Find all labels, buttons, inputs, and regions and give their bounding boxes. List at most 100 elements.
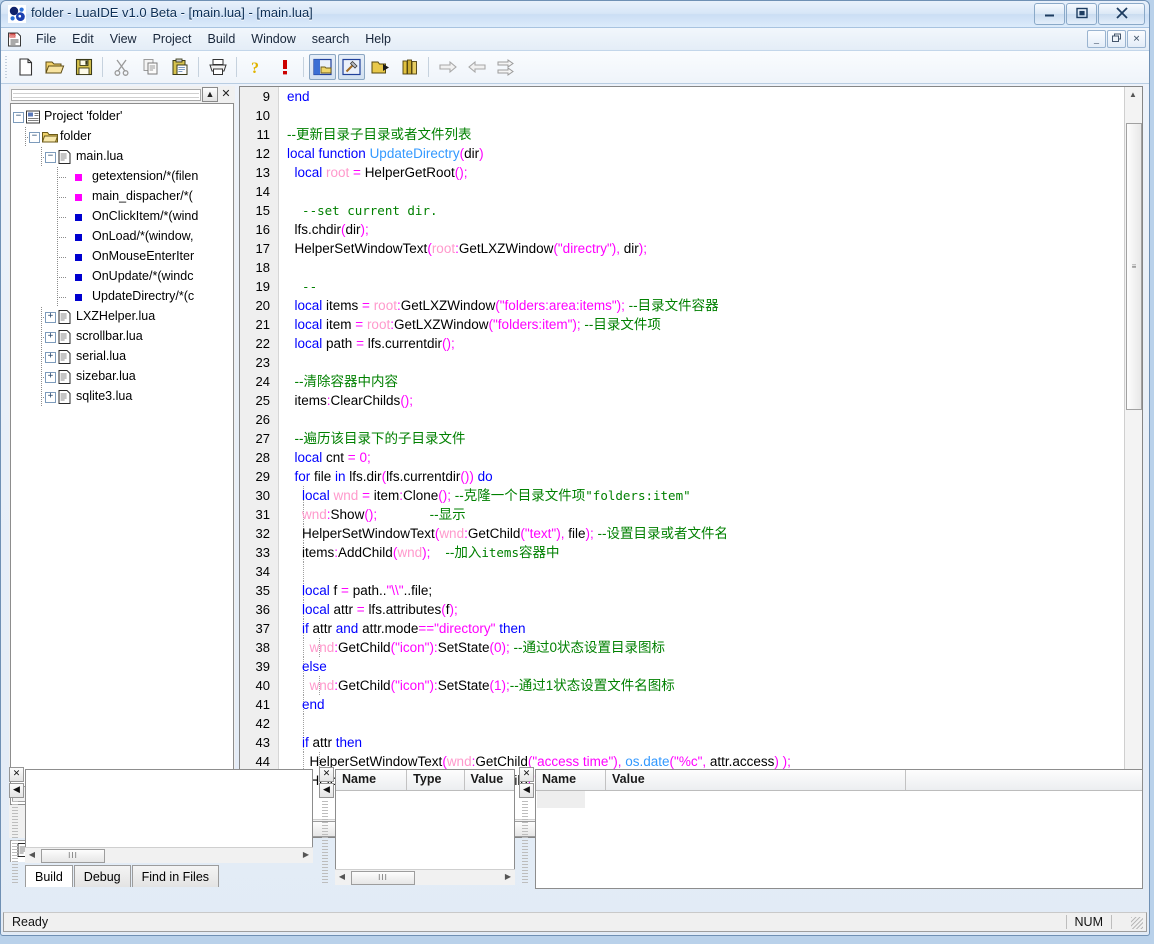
code-line[interactable]: 19 -- xyxy=(240,277,1125,296)
code-line[interactable]: 28 local cnt = 0; xyxy=(240,448,1125,467)
toggle-properties-panel-button[interactable] xyxy=(338,54,365,80)
locals-dock-collapse-button[interactable]: ◀ xyxy=(319,783,334,798)
locals-grid[interactable]: Name Type Value xyxy=(335,769,515,873)
watch-dock-collapse-button[interactable]: ◀ xyxy=(519,783,534,798)
tree-expander-collapsed[interactable]: + xyxy=(45,372,56,383)
code-line[interactable]: 14 xyxy=(240,182,1125,201)
project-tree[interactable]: − Project 'folder' − folder − main.lua getexte… xyxy=(10,103,234,805)
tree-item[interactable]: − Project 'folder' xyxy=(11,107,233,127)
tree-expander-collapsed[interactable]: + xyxy=(45,392,56,403)
code-line[interactable]: 29 for file in lfs.dir(lfs.currentdir())… xyxy=(240,467,1125,486)
help-button[interactable]: ? xyxy=(242,54,269,80)
editor-vscroll-thumb[interactable]: ≡ xyxy=(1126,123,1142,410)
code-line[interactable]: 11 --更新目录子目录或者文件列表 xyxy=(240,125,1125,144)
code-text-area[interactable]: 9 end 10 11 --更新目录子目录或者文件列表 12 local function … xyxy=(240,87,1125,820)
project-panel-gripper[interactable] xyxy=(11,89,201,101)
code-line[interactable]: 37 if attr and attr.mode=="directory" th… xyxy=(240,619,1125,638)
locals-dock-close-button[interactable]: ✕ xyxy=(319,767,334,782)
menu-item-window[interactable]: Window xyxy=(243,30,303,48)
output-text-area[interactable] xyxy=(25,769,313,849)
step-over-button[interactable] xyxy=(434,54,461,80)
save-file-button[interactable] xyxy=(70,54,97,80)
print-button[interactable] xyxy=(204,54,231,80)
tree-item[interactable]: getextension/*(filen xyxy=(11,167,233,187)
watch-grid[interactable]: Name Value xyxy=(535,769,1143,889)
code-line[interactable]: 30 local wnd = item:Clone(); --克隆一个目录文件项… xyxy=(240,486,1125,505)
close-button[interactable] xyxy=(1098,3,1145,25)
output-dock-close-button[interactable]: ✕ xyxy=(9,767,24,782)
code-line[interactable]: 15 --set current dir. xyxy=(240,201,1125,220)
code-line[interactable]: 32 HelperSetWindowText(wnd:GetChild("tex… xyxy=(240,524,1125,543)
code-line[interactable]: 26 xyxy=(240,410,1125,429)
paste-button[interactable] xyxy=(166,54,193,80)
new-file-button[interactable] xyxy=(12,54,39,80)
tree-item[interactable]: + LXZHelper.lua xyxy=(11,307,233,327)
tree-item[interactable]: main_dispacher/*( xyxy=(11,187,233,207)
watch-column-name[interactable]: Name xyxy=(536,770,606,790)
output-dock-grip[interactable] xyxy=(12,801,18,883)
locals-hscrollbar[interactable]: ◀ III ▶ xyxy=(335,869,515,885)
menu-item-build[interactable]: Build xyxy=(199,30,243,48)
menu-item-help[interactable]: Help xyxy=(357,30,399,48)
code-line[interactable]: 18 xyxy=(240,258,1125,277)
output-scroll-left-button[interactable]: ◀ xyxy=(25,848,39,862)
code-line[interactable]: 21 local item = root:GetLXZWindow("folde… xyxy=(240,315,1125,334)
code-line[interactable]: 10 xyxy=(240,106,1125,125)
project-panel-scroll-up-button[interactable]: ▲ xyxy=(202,87,218,102)
code-line[interactable]: 33 items:AddChild(wnd); --加入items容器中 xyxy=(240,543,1125,562)
menu-item-project[interactable]: Project xyxy=(145,30,200,48)
watch-column-value[interactable]: Value xyxy=(606,770,906,790)
step-into-button[interactable] xyxy=(492,54,519,80)
build-button[interactable] xyxy=(367,54,394,80)
code-line[interactable]: 27 --遍历该目录下的子目录文件 xyxy=(240,429,1125,448)
tab-build[interactable]: Build xyxy=(25,865,73,887)
code-line[interactable]: 17 HelperSetWindowText(root:GetLXZWindow… xyxy=(240,239,1125,258)
output-hscroll-thumb[interactable]: III xyxy=(41,849,105,863)
code-line[interactable]: 39 else xyxy=(240,657,1125,676)
breakpoint-button[interactable] xyxy=(271,54,298,80)
open-file-button[interactable] xyxy=(41,54,68,80)
tree-item[interactable]: + sizebar.lua xyxy=(11,367,233,387)
tree-item[interactable]: − folder xyxy=(11,127,233,147)
code-line[interactable]: 34 xyxy=(240,562,1125,581)
code-line[interactable]: 38 wnd:GetChild("icon"):SetState(0); --通… xyxy=(240,638,1125,657)
locals-hscroll-thumb[interactable]: III xyxy=(351,871,415,885)
code-line[interactable]: 40 wnd:GetChild("icon"):SetState(1);--通过… xyxy=(240,676,1125,695)
code-line[interactable]: 12 local function UpdateDirectry(dir) xyxy=(240,144,1125,163)
tree-item[interactable]: OnClickItem/*(wind xyxy=(11,207,233,227)
menu-item-search[interactable]: search xyxy=(304,30,358,48)
locals-scroll-right-button[interactable]: ▶ xyxy=(501,870,515,884)
tree-expander-collapsed[interactable]: + xyxy=(45,352,56,363)
minimize-button[interactable] xyxy=(1034,3,1065,25)
toolbar-grip[interactable] xyxy=(3,56,9,78)
watch-column-extra[interactable] xyxy=(906,770,1136,790)
tree-expander-expanded[interactable]: − xyxy=(29,132,40,143)
output-hscrollbar[interactable]: ◀ III ▶ xyxy=(25,847,313,863)
tree-item[interactable]: OnLoad/*(window, xyxy=(11,227,233,247)
watch-dock-grip[interactable] xyxy=(522,801,528,883)
code-line[interactable]: 35 local f = path.."\\"..file; xyxy=(240,581,1125,600)
mdi-close-button[interactable]: ✕ xyxy=(1127,30,1146,48)
compile-button[interactable] xyxy=(396,54,423,80)
code-line[interactable]: 9 end xyxy=(240,87,1125,106)
menu-item-edit[interactable]: Edit xyxy=(64,30,102,48)
project-panel-close-button[interactable]: ✕ xyxy=(218,87,234,102)
code-line[interactable]: 24 --清除容器中内容 xyxy=(240,372,1125,391)
menu-item-view[interactable]: View xyxy=(102,30,145,48)
tree-item[interactable]: + sqlite3.lua xyxy=(11,387,233,407)
code-line[interactable]: 25 items:ClearChilds(); xyxy=(240,391,1125,410)
code-line[interactable]: 20 local items = root:GetLXZWindow("fold… xyxy=(240,296,1125,315)
output-dock-collapse-button[interactable]: ◀ xyxy=(9,783,24,798)
copy-button[interactable] xyxy=(137,54,164,80)
locals-column-value[interactable]: Value xyxy=(465,770,514,790)
menu-item-file[interactable]: File xyxy=(28,30,64,48)
code-editor[interactable]: 9 end 10 11 --更新目录子目录或者文件列表 12 local function … xyxy=(239,86,1143,838)
code-line[interactable]: 43 if attr then xyxy=(240,733,1125,752)
tree-expander-collapsed[interactable]: + xyxy=(45,332,56,343)
locals-column-type[interactable]: Type xyxy=(407,770,465,790)
tree-expander-expanded[interactable]: − xyxy=(13,112,24,123)
cut-button[interactable] xyxy=(108,54,135,80)
watch-dock-close-button[interactable]: ✕ xyxy=(519,767,534,782)
tree-item[interactable]: − main.lua xyxy=(11,147,233,167)
code-line[interactable]: 23 xyxy=(240,353,1125,372)
